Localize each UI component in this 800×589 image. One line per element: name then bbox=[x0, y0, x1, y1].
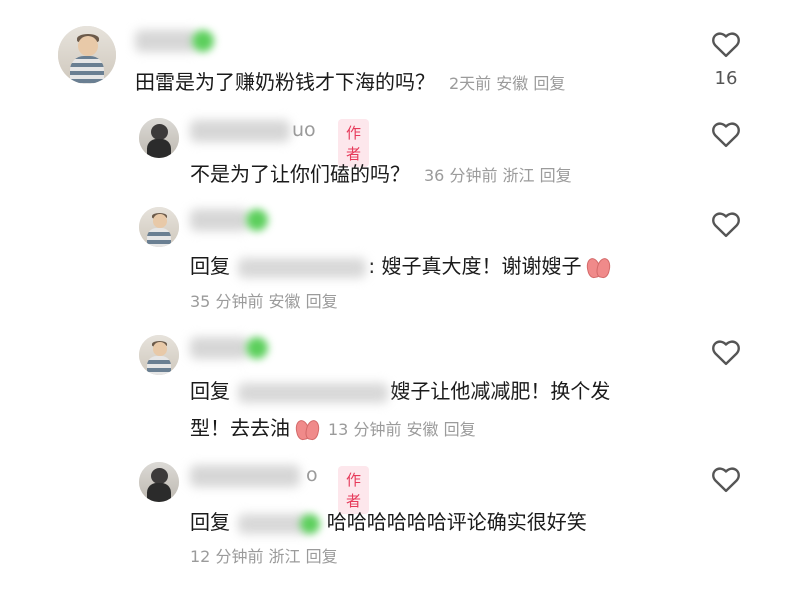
username-suffix: uo bbox=[292, 119, 316, 141]
username-blur-mark bbox=[246, 337, 268, 359]
heart-outline-icon[interactable] bbox=[711, 120, 741, 148]
heart-outline-icon[interactable] bbox=[711, 465, 741, 493]
comment-meta[interactable]: 35 分钟前 安徽 回复 bbox=[190, 288, 338, 312]
heart-outline-icon[interactable] bbox=[711, 210, 741, 238]
username-blurred[interactable] bbox=[135, 30, 197, 52]
avatar[interactable] bbox=[139, 335, 179, 375]
comment-meta[interactable]: 2天前 安徽 回复 bbox=[449, 74, 565, 93]
comment-meta[interactable]: 36 分钟前 浙江 回复 bbox=[424, 166, 572, 185]
username-blurred[interactable] bbox=[190, 465, 300, 487]
username-suffix: o bbox=[306, 464, 318, 486]
username-blur-mark bbox=[192, 30, 214, 52]
reply-prefix: 回复 bbox=[190, 379, 230, 403]
comment-text: 回复 哈哈哈哈哈哈评论确实很好笑 bbox=[190, 510, 587, 534]
comment-text-cont: 型！去去油 13 分钟前 安徽 回复 bbox=[190, 416, 476, 441]
comment-text: 田雷是为了赚奶粉钱才下海的吗？ 2天前 安徽 回复 bbox=[135, 70, 566, 94]
reply-prefix: 回复 bbox=[190, 510, 230, 534]
heart-outline-icon[interactable] bbox=[711, 338, 741, 366]
comment-text: 回复 嫂子让他减减肥！换个发 bbox=[190, 379, 611, 403]
mention-blurred[interactable] bbox=[238, 257, 367, 278]
heart-outline-icon[interactable] bbox=[711, 30, 741, 58]
folded-hands-emoji bbox=[585, 256, 613, 279]
mention-blur-mark bbox=[300, 513, 321, 534]
avatar[interactable] bbox=[58, 26, 116, 84]
username-blurred[interactable] bbox=[190, 209, 248, 231]
username-blurred[interactable] bbox=[190, 337, 248, 359]
folded-hands-emoji bbox=[294, 418, 321, 441]
avatar[interactable] bbox=[139, 118, 179, 158]
mention-blurred[interactable] bbox=[238, 513, 309, 534]
comment-meta[interactable]: 12 分钟前 浙江 回复 bbox=[190, 543, 338, 567]
comment-text: 不是为了让你们磕的吗？ 36 分钟前 浙江 回复 bbox=[190, 162, 572, 186]
reply-prefix: 回复 bbox=[190, 254, 230, 278]
comment-text: 回复 : 嫂子真大度！谢谢嫂子 bbox=[190, 250, 613, 279]
like-count: 16 bbox=[714, 68, 738, 89]
username-blur-mark bbox=[246, 209, 268, 231]
mention-blurred[interactable] bbox=[238, 382, 389, 403]
avatar[interactable] bbox=[139, 462, 179, 502]
avatar[interactable] bbox=[139, 207, 179, 247]
username-blurred[interactable] bbox=[190, 120, 290, 142]
comment-meta[interactable]: 13 分钟前 安徽 回复 bbox=[328, 420, 476, 439]
